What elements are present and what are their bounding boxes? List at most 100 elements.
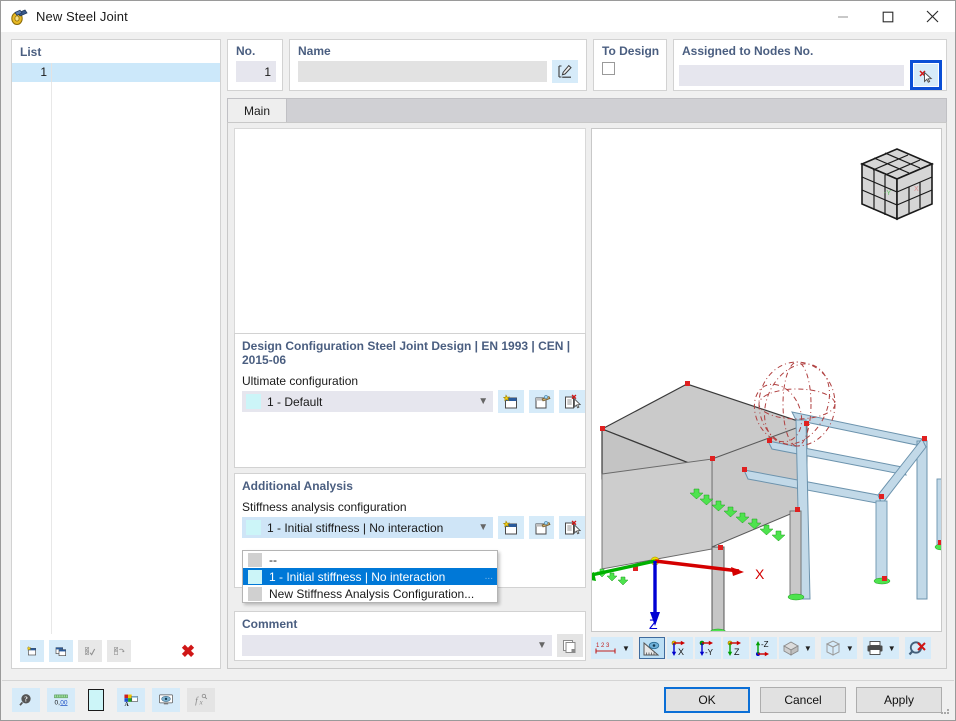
new-item-button[interactable] xyxy=(20,640,44,662)
delete-stiffness-configuration-button[interactable] xyxy=(559,516,585,539)
assigned-nodes-input[interactable] xyxy=(679,65,904,86)
print-button[interactable] xyxy=(863,637,887,659)
pick-nodes-focus-ring xyxy=(910,60,942,90)
dimensions-group: 1 2 3 ▼ xyxy=(591,637,633,659)
tab-main[interactable]: Main xyxy=(228,99,287,123)
stiffness-configuration-value: 1 - Initial stiffness | No interaction xyxy=(267,521,473,535)
render-mode-button[interactable] xyxy=(779,637,803,659)
chevron-down-icon: ▼ xyxy=(473,396,493,407)
delete-icon: ✖ xyxy=(181,643,195,660)
stiffness-configuration-swatch xyxy=(246,520,261,535)
apply-button[interactable]: Apply xyxy=(856,687,942,713)
to-design-label: To Design xyxy=(594,40,666,58)
chevron-down-icon[interactable]: ▼ xyxy=(621,644,633,653)
option-trailing: ... xyxy=(485,571,493,582)
view-box-button[interactable] xyxy=(821,637,845,659)
new-design-configuration-button[interactable] xyxy=(498,390,524,413)
comment-row: ▼ xyxy=(235,631,585,657)
name-label: Name xyxy=(290,40,586,58)
svg-text:Z: Z xyxy=(734,647,740,657)
copy-item-button[interactable] xyxy=(49,640,73,662)
view-in-z-button[interactable]: Z xyxy=(723,637,749,659)
model-3d-scene: -Y X xyxy=(592,129,941,631)
to-design-checkbox[interactable] xyxy=(602,62,615,75)
chevron-down-icon: ▼ xyxy=(473,522,493,533)
dropdown-option[interactable]: -- xyxy=(243,551,497,568)
stiffness-configuration-row: 1 - Initial stiffness | No interaction ▼ xyxy=(235,516,585,539)
ultimate-configuration-label: Ultimate configuration xyxy=(235,367,585,390)
list-item[interactable]: 1 xyxy=(12,63,220,82)
stiffness-configuration-combo[interactable]: 1 - Initial stiffness | No interaction ▼ xyxy=(242,517,493,538)
ultimate-configuration-swatch xyxy=(246,394,261,409)
chevron-down-icon[interactable]: ▼ xyxy=(845,644,857,653)
name-panel: Name xyxy=(289,39,587,91)
to-design-panel: To Design xyxy=(593,39,667,91)
view-in-x-button[interactable]: X xyxy=(667,637,693,659)
comment-title: Comment xyxy=(235,612,585,631)
ultimate-configuration-value: 1 - Default xyxy=(267,395,473,409)
edit-stiffness-configuration-button[interactable] xyxy=(529,516,555,539)
new-steel-joint-dialog: New Steel Joint List 1 xyxy=(0,0,956,721)
render-mode-group: ▼ xyxy=(779,637,815,659)
number-panel: No. xyxy=(227,39,283,91)
chevron-down-icon[interactable]: ▼ xyxy=(803,644,815,653)
svg-text:-Y: -Y xyxy=(884,190,891,197)
view-in-minus-z-button[interactable]: -Z xyxy=(751,637,777,659)
delete-item-button[interactable]: ✖ xyxy=(176,640,200,662)
assigned-nodes-panel: Assigned to Nodes No. xyxy=(673,39,947,91)
dimensions-button[interactable]: 1 2 3 xyxy=(591,637,621,659)
ultimate-configuration-combo[interactable]: 1 - Default ▼ xyxy=(242,391,493,412)
cancel-button[interactable]: Cancel xyxy=(760,687,846,713)
design-configuration-panel: Design Configuration Steel Joint Design … xyxy=(234,333,586,468)
pick-nodes-button[interactable] xyxy=(914,64,938,86)
row-number: 1 xyxy=(34,63,52,82)
model-viewport[interactable]: -Y X xyxy=(591,128,942,632)
dropdown-option[interactable]: New Stiffness Analysis Configuration... xyxy=(243,585,497,602)
ok-button[interactable]: OK xyxy=(664,687,750,713)
title-bar: New Steel Joint xyxy=(1,1,955,32)
assigned-nodes-label: Assigned to Nodes No. xyxy=(674,40,946,58)
invert-selection-button xyxy=(107,640,131,662)
svg-text:x: x xyxy=(199,698,204,706)
delete-design-configuration-button[interactable] xyxy=(559,390,585,413)
maximize-icon[interactable] xyxy=(865,1,910,32)
comment-combo[interactable]: ▼ xyxy=(242,635,552,656)
viewport-toolbar: 1 2 3 ▼ xyxy=(591,635,942,661)
comment-panel: Comment ▼ xyxy=(234,611,586,661)
visibility-button[interactable] xyxy=(152,688,180,712)
stiffness-configuration-dropdown[interactable]: -- 1 - Initial stiffness | No interactio… xyxy=(242,550,498,603)
option-label: 1 - Initial stiffness | No interaction xyxy=(269,570,485,584)
help-button[interactable]: ? xyxy=(12,688,40,712)
color-swatch xyxy=(88,689,104,711)
edit-design-configuration-button[interactable] xyxy=(529,390,555,413)
ultimate-configuration-row: 1 - Default ▼ xyxy=(235,390,585,413)
svg-text:A: A xyxy=(124,702,129,708)
comment-copy-button[interactable] xyxy=(557,634,583,657)
display-properties-button[interactable]: A xyxy=(117,688,145,712)
list-panel: List 1 xyxy=(11,39,221,669)
minimize-icon[interactable] xyxy=(820,1,865,32)
name-input[interactable] xyxy=(298,61,547,82)
steel-joint-icon xyxy=(10,8,28,26)
measure-button[interactable] xyxy=(639,637,665,659)
option-swatch xyxy=(248,587,262,601)
color-swatch-button[interactable] xyxy=(82,688,110,712)
zoom-reset-button[interactable] xyxy=(905,637,931,659)
list-header-label: List xyxy=(12,40,220,62)
dropdown-option[interactable]: 1 - Initial stiffness | No interaction .… xyxy=(243,568,497,585)
resize-grip[interactable] xyxy=(939,704,951,716)
chevron-down-icon: ▼ xyxy=(532,640,552,651)
name-edit-button[interactable] xyxy=(552,60,578,83)
chevron-down-icon[interactable]: ▼ xyxy=(887,644,899,653)
close-icon[interactable] xyxy=(910,1,955,32)
number-input[interactable] xyxy=(236,61,276,82)
tab-strip: Main xyxy=(227,98,947,122)
units-button[interactable]: 0, 00 xyxy=(47,688,75,712)
window-title: New Steel Joint xyxy=(36,9,128,24)
view-in-minus-y-button[interactable]: -Y xyxy=(695,637,721,659)
main-content: Design Configuration Steel Joint Design … xyxy=(227,122,947,669)
list-rows: 1 xyxy=(12,63,220,634)
svg-text:-Z: -Z xyxy=(761,640,769,649)
svg-text:X: X xyxy=(914,186,919,193)
new-stiffness-configuration-button[interactable] xyxy=(498,516,524,539)
